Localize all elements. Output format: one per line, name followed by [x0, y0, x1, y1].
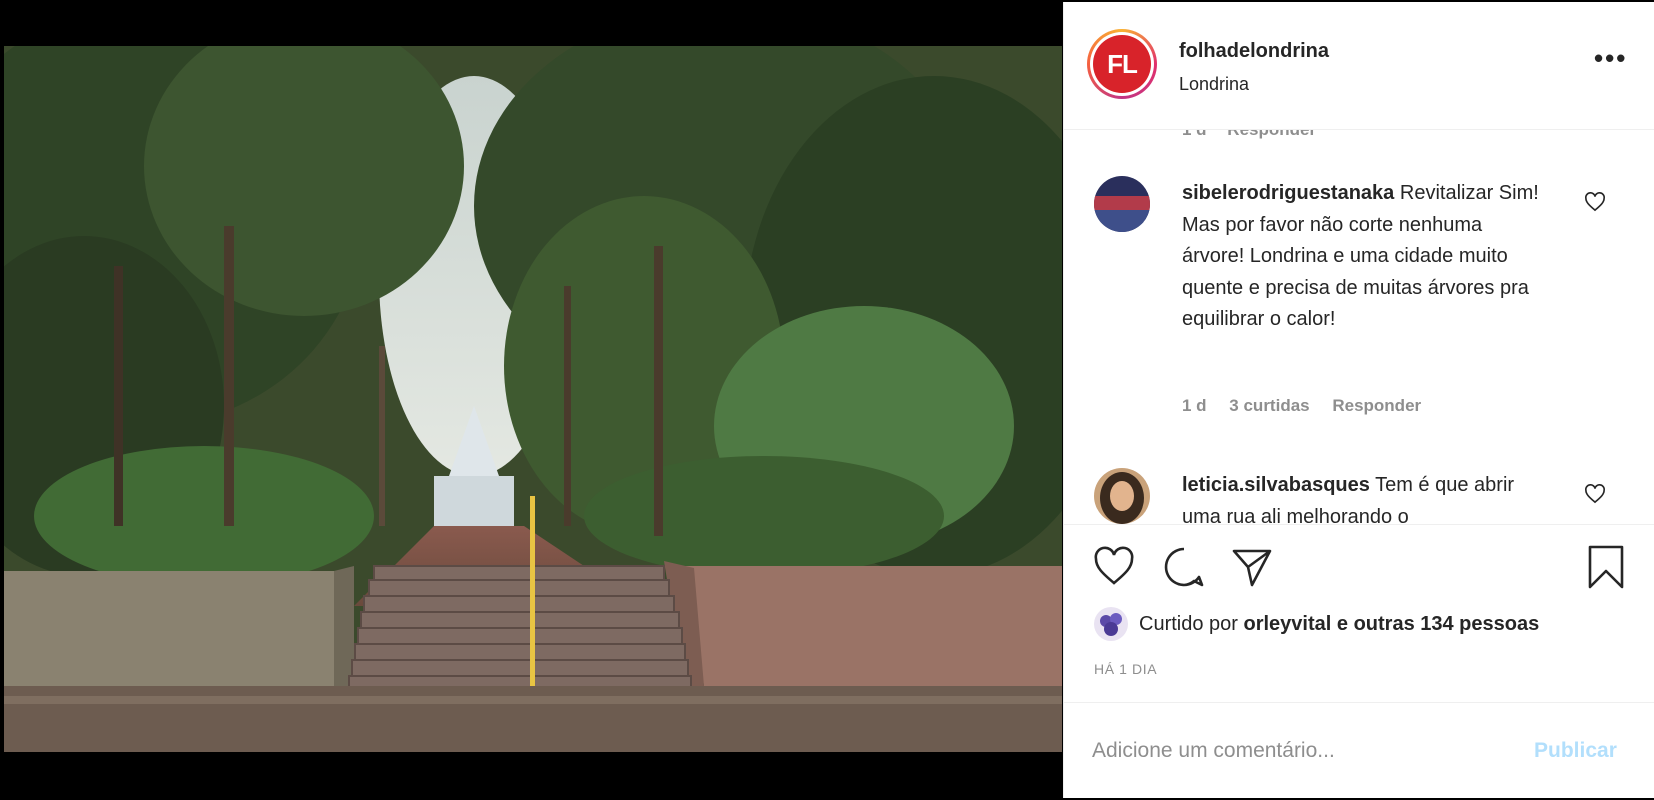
comment-input[interactable] — [1092, 733, 1512, 769]
more-options-icon[interactable]: ••• — [1594, 45, 1627, 71]
publish-button[interactable]: Publicar — [1534, 739, 1617, 763]
reply-button[interactable]: Responder — [1227, 130, 1316, 139]
post-date[interactable]: HÁ 1 DIA — [1094, 661, 1157, 677]
media-area — [0, 0, 1062, 800]
post-location[interactable]: Londrina — [1179, 74, 1249, 95]
comment-meta: 1 d 3 curtidas Responder — [1182, 396, 1439, 416]
commenter-username[interactable]: leticia.silvabasques — [1182, 474, 1370, 496]
comment-body: Revitalizar Sim! Mas por favor não corte… — [1182, 182, 1539, 330]
likes-text: Curtido por orleyvital e outras 134 pess… — [1139, 613, 1540, 635]
comment-icon[interactable] — [1162, 545, 1206, 589]
post-header: FL folhadelondrina Londrina ••• — [1064, 2, 1654, 130]
commenter-avatar[interactable] — [1094, 176, 1150, 232]
instagram-post-modal: FL folhadelondrina Londrina ••• 1 d Resp… — [0, 0, 1654, 800]
liker-username[interactable]: orleyvital — [1244, 613, 1332, 635]
comment-likes[interactable]: 3 curtidas — [1229, 396, 1309, 415]
comment-text: sibelerodriguestanaka Revitalizar Sim! M… — [1182, 178, 1542, 336]
comment-time: 1 d — [1182, 396, 1207, 415]
comment-time: 1 d — [1182, 130, 1207, 139]
liker-avatar[interactable] — [1094, 607, 1128, 641]
post-actions: Curtido por orleyvital e outras 134 pess… — [1064, 524, 1654, 702]
previous-comment-meta: 1 d Responder — [1182, 130, 1332, 140]
post-photo[interactable] — [4, 46, 1062, 752]
commenter-username[interactable]: sibelerodriguestanaka — [1182, 182, 1394, 204]
folha-logo-icon: FL — [1093, 35, 1151, 93]
comment-like-heart-icon[interactable] — [1584, 484, 1606, 504]
heart-icon[interactable] — [1092, 545, 1136, 589]
likes-others-link[interactable]: e outras 134 pessoas — [1337, 613, 1539, 635]
add-comment-bar: Publicar — [1064, 702, 1654, 798]
share-icon[interactable] — [1230, 545, 1274, 589]
commenter-avatar[interactable] — [1094, 468, 1150, 524]
post-sidebar: FL folhadelondrina Londrina ••• 1 d Resp… — [1063, 2, 1654, 798]
bookmark-icon[interactable] — [1584, 545, 1628, 589]
comments-list[interactable]: 1 d Responder sibelerodriguestanaka Revi… — [1064, 130, 1654, 524]
post-username[interactable]: folhadelondrina — [1179, 40, 1329, 63]
avatar[interactable]: FL — [1087, 29, 1157, 99]
reply-button[interactable]: Responder — [1332, 396, 1421, 415]
comment-like-heart-icon[interactable] — [1584, 192, 1606, 212]
comment-text: leticia.silvabasques Tem é que abrir uma… — [1182, 470, 1542, 524]
